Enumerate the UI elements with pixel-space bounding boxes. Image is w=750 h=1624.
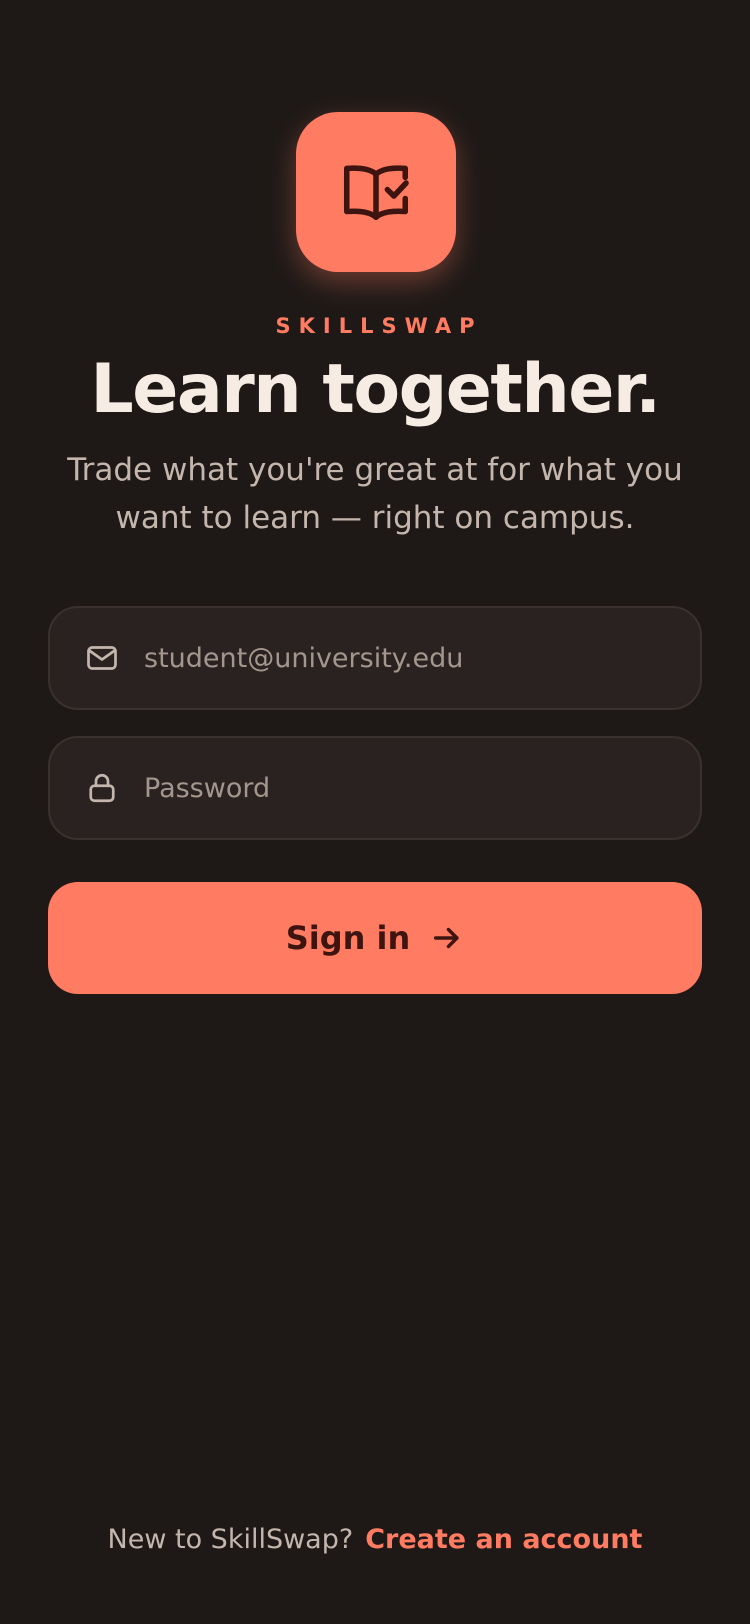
- password-field[interactable]: [48, 736, 702, 840]
- sign-in-button[interactable]: Sign in: [48, 882, 702, 994]
- password-input[interactable]: [144, 738, 700, 838]
- signup-prompt: New to SkillSwap? Create an account: [0, 1520, 750, 1560]
- arrow-right-icon: [434, 927, 459, 949]
- mail-icon: [87, 646, 117, 670]
- brand-name: SKILLSWAP: [275, 314, 483, 338]
- book-check-icon: [343, 165, 409, 220]
- app-logo: [296, 112, 456, 272]
- sign-in-label: Sign in: [285, 919, 411, 957]
- create-account-link[interactable]: Create an account: [365, 1524, 642, 1555]
- lock-icon: [89, 773, 115, 803]
- email-input[interactable]: [144, 608, 700, 708]
- page-title: Learn together.: [90, 350, 661, 429]
- email-field[interactable]: [48, 606, 702, 710]
- page-subtitle: Trade what you're great at for what you …: [67, 452, 683, 536]
- signup-prompt-text: New to SkillSwap?: [107, 1524, 354, 1555]
